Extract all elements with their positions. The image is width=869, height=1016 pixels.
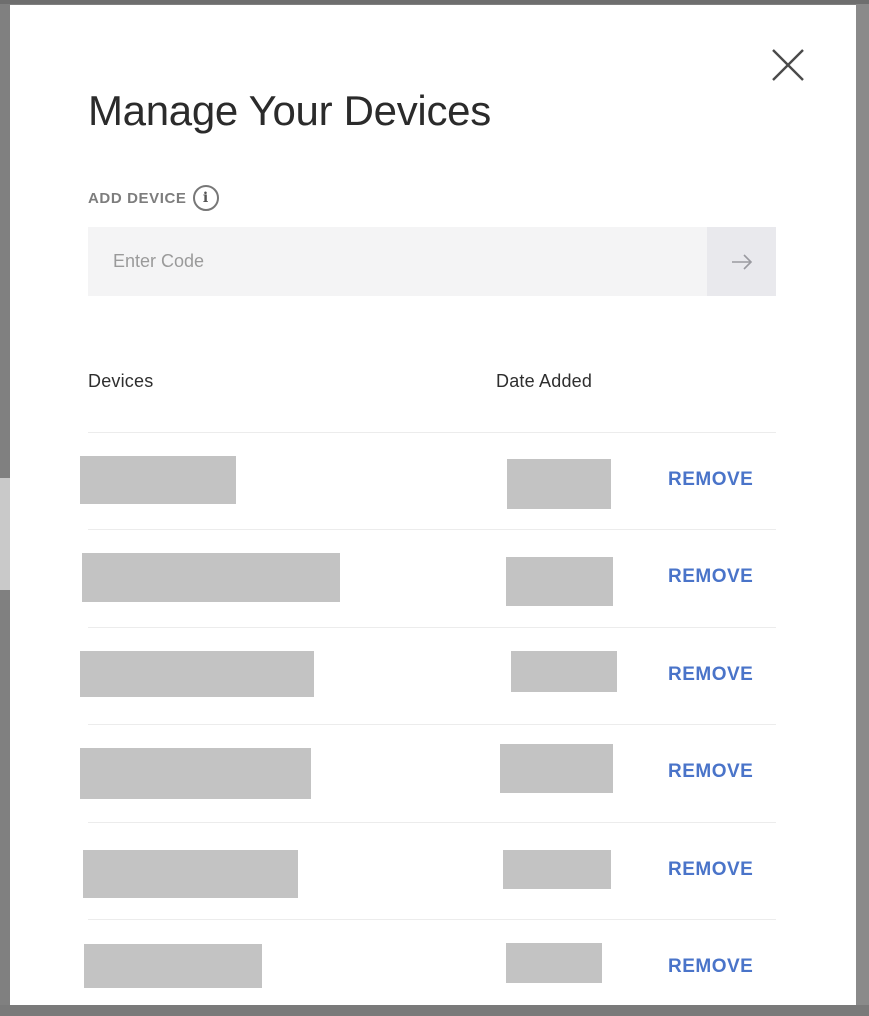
device-row: REMOVE (80, 724, 776, 821)
column-header-devices: Devices (88, 371, 154, 391)
device-name-redacted (83, 849, 298, 898)
add-device-field (88, 227, 776, 296)
remove-button[interactable]: REMOVE (668, 566, 753, 588)
device-name-redacted (82, 553, 340, 603)
date-added-redacted (506, 557, 613, 607)
date-added-redacted (507, 459, 611, 509)
device-row: REMOVE (83, 821, 776, 919)
remove-button[interactable]: REMOVE (668, 469, 753, 491)
submit-code-button[interactable] (707, 227, 776, 296)
device-name-redacted (80, 650, 314, 697)
device-name-redacted (84, 943, 262, 988)
device-row: REMOVE (80, 626, 776, 724)
info-icon[interactable]: i (192, 185, 219, 211)
remove-button[interactable]: REMOVE (668, 761, 753, 783)
device-row: REMOVE (84, 918, 776, 1016)
backdrop-left-tab (0, 478, 10, 590)
device-name-redacted (80, 456, 236, 504)
page-title: Manage Your Devices (88, 87, 491, 134)
manage-devices-modal: Manage Your Devices ADD DEVICE i Devices… (10, 5, 856, 1005)
close-button[interactable] (770, 47, 806, 83)
remove-button[interactable]: REMOVE (668, 956, 753, 978)
add-device-label-row: ADD DEVICE i (88, 185, 219, 211)
backdrop-right-strip (856, 4, 869, 1005)
date-added-redacted (503, 849, 611, 889)
column-header-date-added: Date Added (496, 371, 593, 391)
close-icon (772, 49, 804, 81)
device-row: REMOVE (80, 432, 776, 529)
add-device-label: ADD DEVICE (88, 189, 187, 207)
enter-code-input[interactable] (88, 227, 707, 296)
backdrop-top-bar (0, 0, 869, 4)
remove-button[interactable]: REMOVE (668, 664, 753, 686)
info-icon-glyph: i (202, 190, 209, 206)
date-added-redacted (511, 650, 617, 692)
remove-button[interactable]: REMOVE (668, 859, 753, 881)
date-added-redacted (506, 942, 602, 983)
device-name-redacted (80, 748, 311, 800)
date-added-redacted (500, 744, 613, 794)
device-row: REMOVE (82, 529, 776, 626)
devices-table: REMOVE REMOVE REMOVE REMOVE REMOVE REMOV… (10, 432, 856, 1016)
arrow-right-icon (731, 253, 752, 270)
